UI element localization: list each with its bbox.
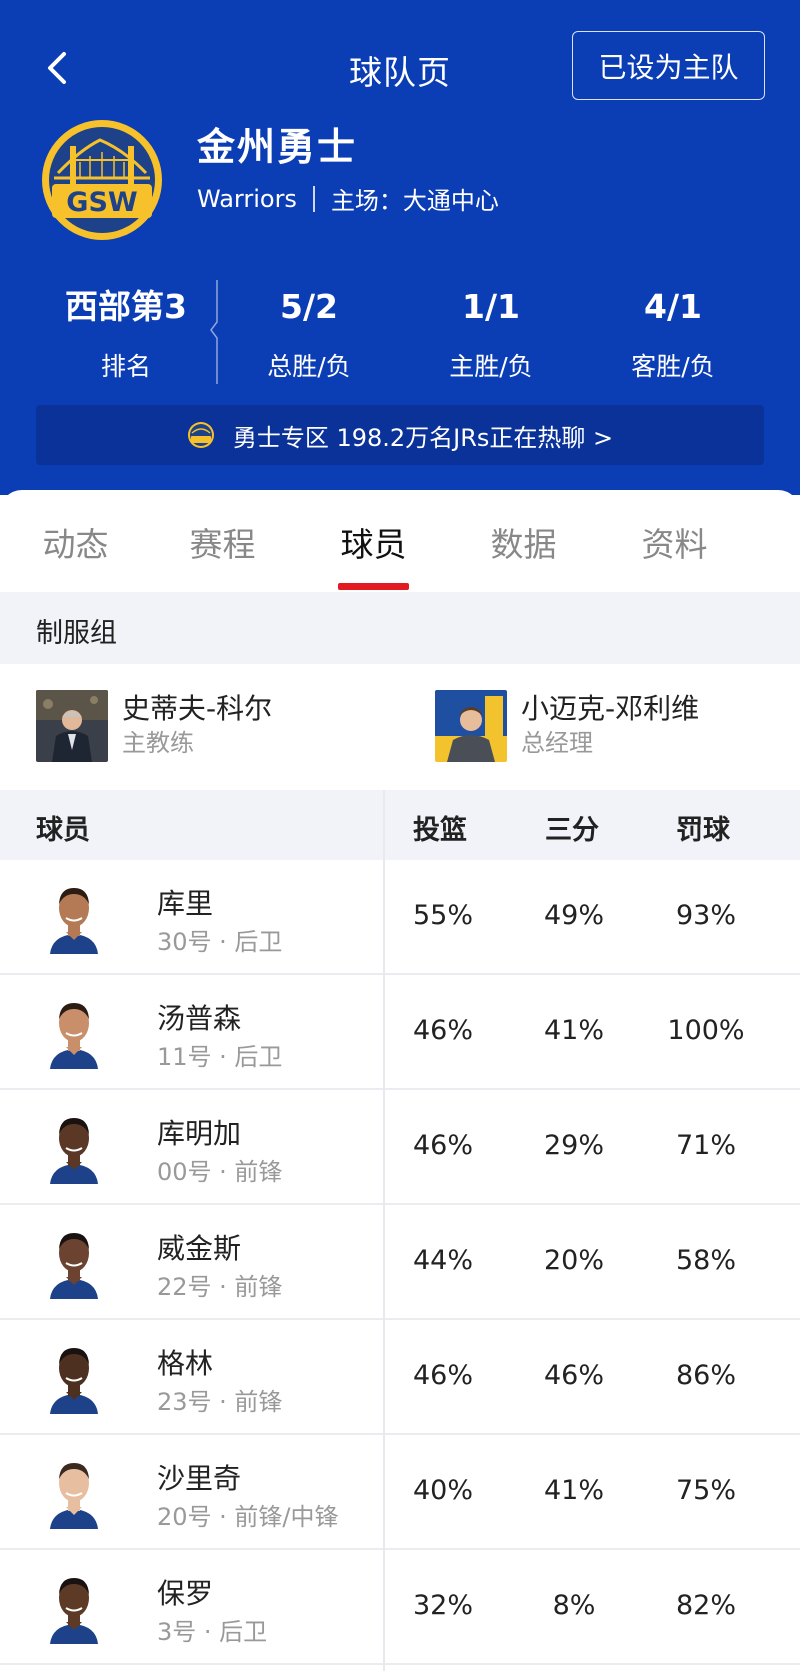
stat-value: 5/2 bbox=[280, 287, 338, 326]
player-name: 保罗 bbox=[157, 1577, 214, 1610]
logo-text: GSW bbox=[66, 187, 137, 218]
player-row[interactable]: 汤普森 11号 · 后卫 46% 41% 100% bbox=[0, 975, 800, 1090]
team-chat-banner[interactable]: 勇士专区 198.2万名JRs正在热聊 > bbox=[36, 405, 764, 465]
gm-photo bbox=[435, 690, 507, 762]
stat-label: 客胜/负 bbox=[631, 352, 715, 381]
rank-divider bbox=[210, 280, 218, 384]
player-avatar bbox=[44, 995, 104, 1069]
team-stats: 西部第3 排名 5/2 总胜/负 1/1 主胜/负 4/1 客胜/负 bbox=[0, 285, 800, 385]
player-fg-pct: 40% bbox=[412, 1475, 473, 1506]
team-logo: GSW bbox=[40, 118, 164, 242]
player-number-position: 20号 · 前锋/中锋 bbox=[157, 1503, 339, 1531]
tab-players[interactable]: 球员 bbox=[298, 518, 449, 566]
tab-news[interactable]: 动态 bbox=[0, 518, 151, 566]
player-avatar bbox=[44, 1455, 104, 1529]
coach-photo bbox=[36, 690, 108, 762]
player-ft-pct: 82% bbox=[675, 1590, 736, 1621]
staff-member-gm[interactable]: 小迈克-邓利维 总经理 bbox=[435, 690, 699, 762]
staff-member-coach[interactable]: 史蒂夫-科尔 主教练 bbox=[36, 690, 272, 762]
staff-role: 主教练 bbox=[122, 729, 194, 757]
player-avatar bbox=[44, 1570, 104, 1644]
tab-stats[interactable]: 数据 bbox=[448, 518, 599, 566]
staff-name: 小迈克-邓利维 bbox=[521, 692, 700, 725]
team-subtitle: Warriors 主场：大通中心 bbox=[197, 181, 499, 216]
stat-label: 排名 bbox=[100, 352, 151, 381]
player-fg-pct: 32% bbox=[412, 1590, 473, 1621]
table-column-divider bbox=[383, 790, 385, 1671]
player-3pt-pct: 41% bbox=[543, 1015, 604, 1046]
player-row[interactable]: 库里 30号 · 后卫 55% 49% 93% bbox=[0, 860, 800, 975]
tab-bar: 动态 赛程 球员 数据 资料 bbox=[0, 490, 800, 592]
player-name: 库明加 bbox=[157, 1117, 242, 1150]
home-team-button[interactable]: 已设为主队 bbox=[572, 31, 765, 100]
team-arena: 主场：大通中心 bbox=[330, 187, 499, 215]
staff-name: 史蒂夫-科尔 bbox=[122, 692, 273, 725]
active-tab-indicator bbox=[338, 583, 409, 590]
staff-section-header bbox=[0, 592, 800, 664]
player-name: 库里 bbox=[157, 887, 214, 920]
player-3pt-pct: 41% bbox=[543, 1475, 604, 1506]
player-number-position: 23号 · 前锋 bbox=[157, 1388, 283, 1416]
staff-section-title: 制服组 bbox=[36, 618, 117, 649]
stat-value: 4/1 bbox=[644, 287, 702, 326]
team-name: 金州勇士 bbox=[197, 125, 358, 169]
col-header-3pt[interactable]: 三分 bbox=[545, 808, 599, 847]
player-3pt-pct: 20% bbox=[543, 1245, 604, 1276]
player-number-position: 3号 · 后卫 bbox=[157, 1618, 268, 1646]
player-3pt-pct: 49% bbox=[543, 900, 604, 931]
subtitle-divider bbox=[312, 185, 315, 212]
player-name: 汤普森 bbox=[157, 1002, 242, 1035]
player-ft-pct: 58% bbox=[675, 1245, 736, 1276]
player-fg-pct: 46% bbox=[412, 1360, 473, 1391]
player-avatar bbox=[44, 1340, 104, 1414]
stat-label: 总胜/负 bbox=[267, 352, 351, 381]
player-name: 威金斯 bbox=[157, 1232, 242, 1265]
player-row[interactable]: 格林 23号 · 前锋 46% 46% 86% bbox=[0, 1320, 800, 1435]
player-row[interactable]: 保罗 3号 · 后卫 32% 8% 82% bbox=[0, 1550, 800, 1665]
player-name: 格林 bbox=[157, 1347, 214, 1380]
stat-label: 主胜/负 bbox=[449, 352, 533, 381]
player-ft-pct: 100% bbox=[667, 1015, 745, 1046]
stat-away-record: 4/1 客胜/负 bbox=[583, 285, 763, 383]
team-logo-small-icon bbox=[187, 422, 214, 448]
stat-value: 西部第3 bbox=[65, 287, 187, 326]
player-3pt-pct: 8% bbox=[552, 1590, 596, 1621]
chat-banner-text: 勇士专区 198.2万名JRs正在热聊 > bbox=[232, 423, 614, 452]
player-3pt-pct: 29% bbox=[543, 1130, 604, 1161]
player-avatar bbox=[44, 1110, 104, 1184]
tab-info[interactable]: 资料 bbox=[599, 518, 750, 566]
player-number-position: 11号 · 后卫 bbox=[157, 1043, 283, 1071]
tab-schedule[interactable]: 赛程 bbox=[147, 518, 298, 566]
player-row[interactable]: 库明加 00号 · 前锋 46% 29% 71% bbox=[0, 1090, 800, 1205]
team-english-name: Warriors bbox=[197, 184, 297, 213]
col-header-player: 球员 bbox=[36, 815, 90, 846]
staff-role: 总经理 bbox=[521, 729, 593, 757]
player-ft-pct: 71% bbox=[675, 1130, 736, 1161]
player-number-position: 00号 · 前锋 bbox=[157, 1158, 283, 1186]
player-3pt-pct: 46% bbox=[543, 1360, 604, 1391]
player-row[interactable]: 沙里奇 20号 · 前锋/中锋 40% 41% 75% bbox=[0, 1435, 800, 1550]
col-header-ft[interactable]: 罚球 bbox=[676, 808, 730, 847]
stat-total-record: 5/2 总胜/负 bbox=[219, 285, 399, 383]
stat-home-record: 1/1 主胜/负 bbox=[401, 285, 581, 383]
player-fg-pct: 46% bbox=[412, 1015, 473, 1046]
player-number-position: 22号 · 前锋 bbox=[157, 1273, 283, 1301]
player-ft-pct: 86% bbox=[675, 1360, 736, 1391]
player-name: 沙里奇 bbox=[157, 1462, 242, 1495]
player-fg-pct: 55% bbox=[412, 900, 473, 931]
player-avatar bbox=[44, 1225, 104, 1299]
player-row[interactable]: 威金斯 22号 · 前锋 44% 20% 58% bbox=[0, 1205, 800, 1320]
player-ft-pct: 93% bbox=[675, 900, 736, 931]
stat-rank[interactable]: 西部第3 排名 bbox=[36, 285, 216, 383]
player-fg-pct: 44% bbox=[412, 1245, 473, 1276]
player-ft-pct: 75% bbox=[675, 1475, 736, 1506]
player-fg-pct: 46% bbox=[412, 1130, 473, 1161]
player-avatar bbox=[44, 880, 104, 954]
col-header-fg[interactable]: 投篮 bbox=[413, 808, 467, 847]
player-number-position: 30号 · 后卫 bbox=[157, 928, 283, 956]
stat-value: 1/1 bbox=[462, 287, 520, 326]
